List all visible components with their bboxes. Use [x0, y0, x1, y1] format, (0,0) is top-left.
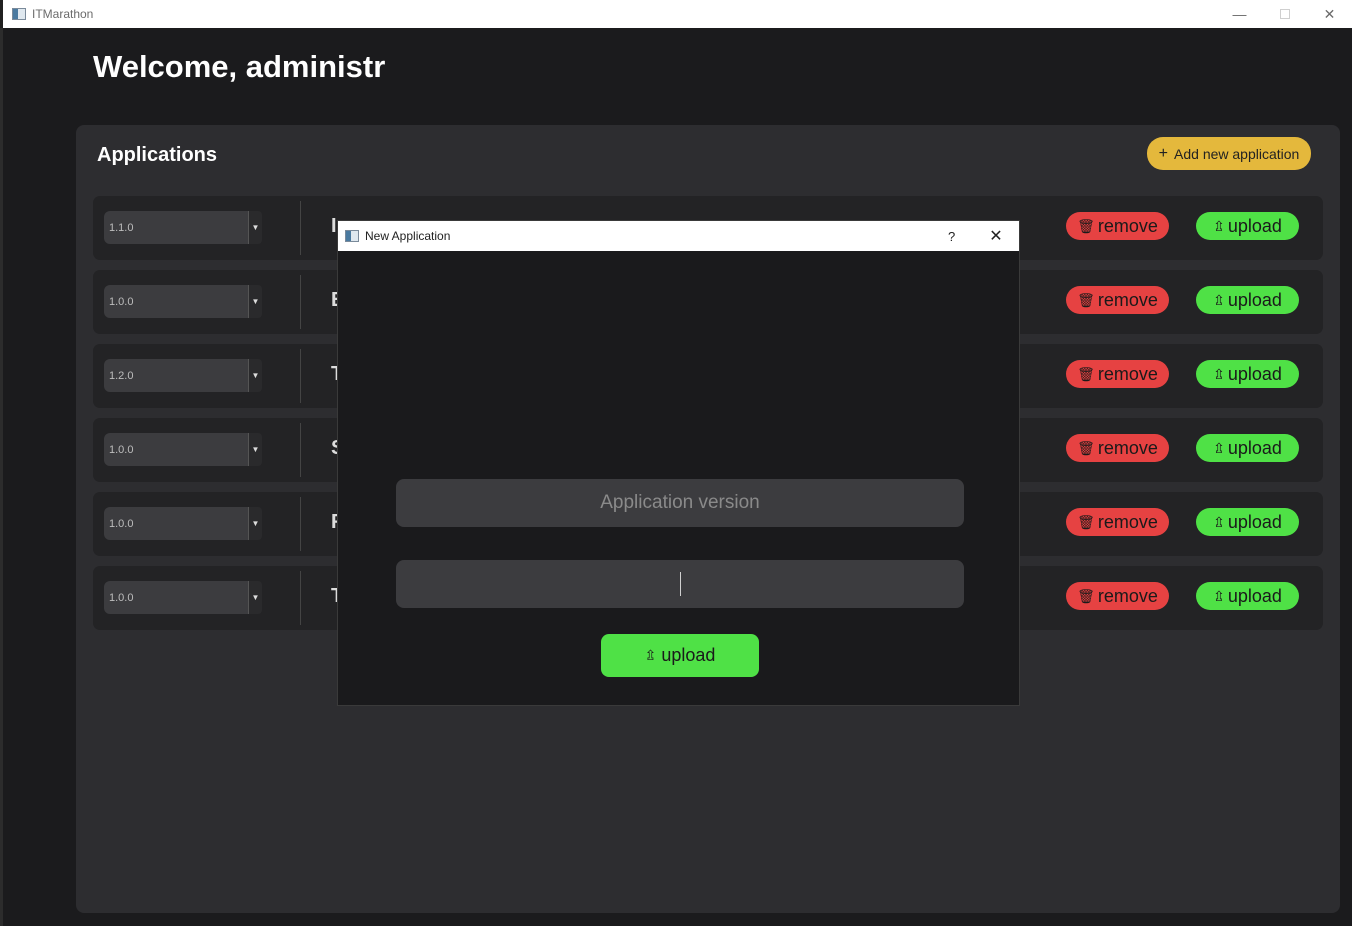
text-caret [679, 572, 681, 596]
add-new-application-button[interactable]: + Add new application [1147, 137, 1311, 170]
welcome-heading: Welcome, administr [93, 49, 386, 84]
upload-button[interactable]: ⇫ upload [1196, 582, 1299, 610]
upload-button[interactable]: ⇫ upload [1196, 212, 1299, 240]
remove-button[interactable]: 🗑 remove [1066, 286, 1169, 314]
upload-button[interactable]: ⇫ upload [1196, 360, 1299, 388]
chevron-down-icon[interactable]: ▼ [248, 211, 262, 244]
remove-button[interactable]: 🗑 remove [1066, 360, 1169, 388]
divider [300, 275, 301, 329]
upload-label: upload [1227, 363, 1282, 384]
upload-icon: ⇫ [644, 647, 657, 663]
minimize-button[interactable]: — [1217, 0, 1262, 28]
divider [300, 201, 301, 255]
remove-label: remove [1097, 437, 1158, 458]
version-value: 1.0.0 [109, 295, 134, 308]
version-value: 1.0.0 [109, 443, 134, 456]
trash-icon: 🗑 [1077, 291, 1095, 308]
chevron-down-icon[interactable]: ▼ [248, 433, 262, 466]
dialog-upload-button[interactable]: ⇫ upload [601, 634, 759, 677]
divider [300, 423, 301, 477]
upload-icon: ⇫ [1213, 513, 1225, 530]
chevron-down-icon[interactable]: ▼ [248, 507, 262, 540]
remove-button[interactable]: 🗑 remove [1066, 212, 1169, 240]
trash-icon: 🗑 [1077, 365, 1095, 382]
chevron-down-icon[interactable]: ▼ [248, 359, 262, 392]
upload-label: upload [1227, 585, 1282, 606]
chevron-down-icon[interactable]: ▼ [248, 581, 262, 614]
remove-button[interactable]: 🗑 remove [1066, 508, 1169, 536]
upload-icon: ⇫ [1213, 439, 1225, 456]
upload-label: upload [1227, 215, 1282, 236]
upload-label: upload [1227, 511, 1282, 532]
version-select[interactable]: 1.0.0 ▼ [104, 433, 262, 466]
application-name: I [331, 215, 337, 237]
window-title: ITMarathon [32, 7, 94, 21]
add-new-application-label: Add new application [1174, 145, 1300, 162]
file-input[interactable] [396, 560, 964, 608]
maximize-button[interactable] [1262, 0, 1307, 28]
remove-label: remove [1097, 511, 1158, 532]
version-select[interactable]: 1.1.0 ▼ [104, 211, 262, 244]
chevron-down-icon[interactable]: ▼ [248, 285, 262, 318]
upload-icon: ⇫ [1213, 217, 1225, 234]
divider [300, 349, 301, 403]
trash-icon: 🗑 [1077, 587, 1095, 604]
app-icon [12, 8, 26, 20]
upload-label: upload [1227, 289, 1282, 310]
dialog-upload-label: upload [661, 645, 716, 665]
dialog-app-icon [345, 230, 359, 242]
remove-label: remove [1097, 585, 1158, 606]
version-value: 1.1.0 [109, 221, 134, 234]
upload-icon: ⇫ [1213, 365, 1225, 382]
help-button[interactable]: ? [948, 221, 955, 251]
remove-label: remove [1097, 289, 1158, 310]
upload-button[interactable]: ⇫ upload [1196, 286, 1299, 314]
dialog-titlebar: New Application ? ✕ [338, 221, 1019, 251]
upload-icon: ⇫ [1213, 587, 1225, 604]
upload-label: upload [1227, 437, 1282, 458]
window-titlebar: ITMarathon — ✕ [3, 0, 1352, 28]
upload-icon: ⇫ [1213, 291, 1225, 308]
version-select[interactable]: 1.0.0 ▼ [104, 285, 262, 318]
maximize-icon [1279, 9, 1290, 19]
version-value: 1.0.0 [109, 591, 134, 604]
version-value: 1.2.0 [109, 369, 134, 382]
trash-icon: 🗑 [1077, 217, 1095, 234]
upload-button[interactable]: ⇫ upload [1196, 508, 1299, 536]
remove-button[interactable]: 🗑 remove [1066, 434, 1169, 462]
version-select[interactable]: 1.0.0 ▼ [104, 507, 262, 540]
plus-icon: + [1158, 144, 1169, 162]
version-value: 1.0.0 [109, 517, 134, 530]
remove-label: remove [1097, 363, 1158, 384]
close-button[interactable]: ✕ [1307, 0, 1352, 28]
remove-button[interactable]: 🗑 remove [1066, 582, 1169, 610]
new-application-dialog: New Application ? ✕ Application version … [337, 220, 1020, 706]
trash-icon: 🗑 [1077, 439, 1095, 456]
window-controls: — ✕ [1217, 0, 1352, 28]
applications-title: Applications [97, 144, 218, 166]
dialog-title: New Application [365, 229, 451, 243]
version-select[interactable]: 1.2.0 ▼ [104, 359, 262, 392]
trash-icon: 🗑 [1077, 513, 1095, 530]
divider [300, 571, 301, 625]
divider [300, 497, 301, 551]
remove-label: remove [1097, 215, 1158, 236]
dialog-close-button[interactable]: ✕ [986, 221, 1006, 251]
version-select[interactable]: 1.0.0 ▼ [104, 581, 262, 614]
application-version-input[interactable]: Application version [396, 479, 964, 527]
upload-button[interactable]: ⇫ upload [1196, 434, 1299, 462]
